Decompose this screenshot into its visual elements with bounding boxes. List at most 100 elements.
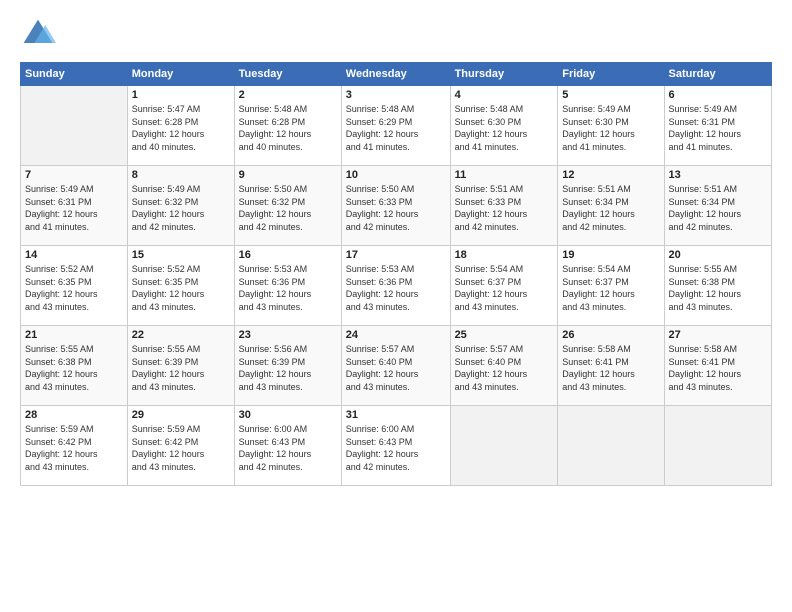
week-row-2: 7 Sunrise: 5:49 AM Sunset: 6:31 PM Daylig… xyxy=(21,166,772,246)
day-number: 13 xyxy=(669,169,767,181)
day-info: Sunrise: 5:54 AM Sunset: 6:37 PM Dayligh… xyxy=(562,263,659,313)
day-number: 31 xyxy=(346,409,446,421)
day-info: Sunrise: 5:58 AM Sunset: 6:41 PM Dayligh… xyxy=(562,343,659,393)
col-header-sunday: Sunday xyxy=(21,63,128,86)
col-header-wednesday: Wednesday xyxy=(341,63,450,86)
cell-w1-d6: 5 Sunrise: 5:49 AM Sunset: 6:30 PM Daylig… xyxy=(558,86,664,166)
cell-w4-d5: 25 Sunrise: 5:57 AM Sunset: 6:40 PM Dayli… xyxy=(450,326,558,406)
cell-w4-d7: 27Sunrise: 5:58 AM Sunset: 6:41 PM Dayli… xyxy=(664,326,771,406)
day-info: Sunrise: 5:59 AM Sunset: 6:42 PM Dayligh… xyxy=(132,423,230,473)
day-number: 19 xyxy=(562,249,659,261)
cell-w2-d4: 10 Sunrise: 5:50 AM Sunset: 6:33 PM Dayli… xyxy=(341,166,450,246)
cell-w5-d2: 29 Sunrise: 5:59 AM Sunset: 6:42 PM Dayli… xyxy=(127,406,234,486)
cell-w1-d3: 2 Sunrise: 5:48 AM Sunset: 6:28 PM Daylig… xyxy=(234,86,341,166)
cell-w2-d7: 13 Sunrise: 5:51 AM Sunset: 6:34 PM Dayli… xyxy=(664,166,771,246)
day-number: 10 xyxy=(346,169,446,181)
cell-w2-d5: 11 Sunrise: 5:51 AM Sunset: 6:33 PM Dayli… xyxy=(450,166,558,246)
cell-w5-d3: 30 Sunrise: 6:00 AM Sunset: 6:43 PM Dayli… xyxy=(234,406,341,486)
day-info: Sunrise: 5:50 AM Sunset: 6:33 PM Dayligh… xyxy=(346,183,446,233)
day-info: Sunrise: 5:47 AM Sunset: 6:28 PM Dayligh… xyxy=(132,103,230,153)
day-info: Sunrise: 5:51 AM Sunset: 6:34 PM Dayligh… xyxy=(562,183,659,233)
cell-w2-d3: 9 Sunrise: 5:50 AM Sunset: 6:32 PM Daylig… xyxy=(234,166,341,246)
cell-w3-d2: 15Sunrise: 5:52 AM Sunset: 6:35 PM Dayli… xyxy=(127,246,234,326)
cell-w3-d4: 17Sunrise: 5:53 AM Sunset: 6:36 PM Dayli… xyxy=(341,246,450,326)
logo-icon xyxy=(20,16,56,52)
day-info: Sunrise: 5:59 AM Sunset: 6:42 PM Dayligh… xyxy=(25,423,123,473)
day-info: Sunrise: 5:48 AM Sunset: 6:29 PM Dayligh… xyxy=(346,103,446,153)
header-row: SundayMondayTuesdayWednesdayThursdayFrid… xyxy=(21,63,772,86)
day-info: Sunrise: 5:49 AM Sunset: 6:31 PM Dayligh… xyxy=(669,103,767,153)
day-info: Sunrise: 5:51 AM Sunset: 6:33 PM Dayligh… xyxy=(455,183,554,233)
day-number: 11 xyxy=(455,169,554,181)
cell-w3-d1: 14 Sunrise: 5:52 AM Sunset: 6:35 PM Dayli… xyxy=(21,246,128,326)
cell-w4-d6: 26 Sunrise: 5:58 AM Sunset: 6:41 PM Dayli… xyxy=(558,326,664,406)
week-row-1: 1 Sunrise: 5:47 AM Sunset: 6:28 PM Daylig… xyxy=(21,86,772,166)
day-info: Sunrise: 6:00 AM Sunset: 6:43 PM Dayligh… xyxy=(239,423,337,473)
day-info: Sunrise: 5:55 AM Sunset: 6:39 PM Dayligh… xyxy=(132,343,230,393)
day-info: Sunrise: 5:48 AM Sunset: 6:28 PM Dayligh… xyxy=(239,103,337,153)
cell-w1-d7: 6 Sunrise: 5:49 AM Sunset: 6:31 PM Daylig… xyxy=(664,86,771,166)
day-number: 2 xyxy=(239,89,337,101)
day-info: Sunrise: 5:49 AM Sunset: 6:31 PM Dayligh… xyxy=(25,183,123,233)
cell-w2-d1: 7 Sunrise: 5:49 AM Sunset: 6:31 PM Daylig… xyxy=(21,166,128,246)
cell-w4-d3: 23Sunrise: 5:56 AM Sunset: 6:39 PM Dayli… xyxy=(234,326,341,406)
cell-w1-d5: 4 Sunrise: 5:48 AM Sunset: 6:30 PM Daylig… xyxy=(450,86,558,166)
day-number: 6 xyxy=(669,89,767,101)
cell-w3-d6: 19 Sunrise: 5:54 AM Sunset: 6:37 PM Dayli… xyxy=(558,246,664,326)
day-number: 7 xyxy=(25,169,123,181)
cell-w3-d7: 20Sunrise: 5:55 AM Sunset: 6:38 PM Dayli… xyxy=(664,246,771,326)
day-info: Sunrise: 6:00 AM Sunset: 6:43 PM Dayligh… xyxy=(346,423,446,473)
cell-w2-d2: 8Sunrise: 5:49 AM Sunset: 6:32 PM Daylig… xyxy=(127,166,234,246)
day-number: 1 xyxy=(132,89,230,101)
day-number: 28 xyxy=(25,409,123,421)
col-header-saturday: Saturday xyxy=(664,63,771,86)
day-number: 5 xyxy=(562,89,659,101)
cell-w4-d4: 24 Sunrise: 5:57 AM Sunset: 6:40 PM Dayli… xyxy=(341,326,450,406)
day-info: Sunrise: 5:51 AM Sunset: 6:34 PM Dayligh… xyxy=(669,183,767,233)
day-number: 21 xyxy=(25,329,123,341)
calendar-table: SundayMondayTuesdayWednesdayThursdayFrid… xyxy=(20,62,772,486)
day-number: 18 xyxy=(455,249,554,261)
cell-w5-d6 xyxy=(558,406,664,486)
cell-w4-d1: 21Sunrise: 5:55 AM Sunset: 6:38 PM Dayli… xyxy=(21,326,128,406)
day-number: 9 xyxy=(239,169,337,181)
cell-w2-d6: 12 Sunrise: 5:51 AM Sunset: 6:34 PM Dayli… xyxy=(558,166,664,246)
day-info: Sunrise: 5:50 AM Sunset: 6:32 PM Dayligh… xyxy=(239,183,337,233)
day-number: 12 xyxy=(562,169,659,181)
cell-w3-d5: 18 Sunrise: 5:54 AM Sunset: 6:37 PM Dayli… xyxy=(450,246,558,326)
cell-w5-d7 xyxy=(664,406,771,486)
day-number: 29 xyxy=(132,409,230,421)
day-info: Sunrise: 5:57 AM Sunset: 6:40 PM Dayligh… xyxy=(346,343,446,393)
day-number: 16 xyxy=(239,249,337,261)
week-row-5: 28 Sunrise: 5:59 AM Sunset: 6:42 PM Dayli… xyxy=(21,406,772,486)
logo xyxy=(20,16,60,52)
cell-w5-d5 xyxy=(450,406,558,486)
cell-w1-d1 xyxy=(21,86,128,166)
week-row-3: 14 Sunrise: 5:52 AM Sunset: 6:35 PM Dayli… xyxy=(21,246,772,326)
day-number: 25 xyxy=(455,329,554,341)
day-info: Sunrise: 5:49 AM Sunset: 6:30 PM Dayligh… xyxy=(562,103,659,153)
cell-w5-d4: 31 Sunrise: 6:00 AM Sunset: 6:43 PM Dayli… xyxy=(341,406,450,486)
day-info: Sunrise: 5:53 AM Sunset: 6:36 PM Dayligh… xyxy=(346,263,446,313)
day-info: Sunrise: 5:52 AM Sunset: 6:35 PM Dayligh… xyxy=(25,263,123,313)
day-info: Sunrise: 5:54 AM Sunset: 6:37 PM Dayligh… xyxy=(455,263,554,313)
col-header-thursday: Thursday xyxy=(450,63,558,86)
day-number: 20 xyxy=(669,249,767,261)
cell-w3-d3: 16Sunrise: 5:53 AM Sunset: 6:36 PM Dayli… xyxy=(234,246,341,326)
day-number: 15 xyxy=(132,249,230,261)
day-number: 30 xyxy=(239,409,337,421)
day-info: Sunrise: 5:49 AM Sunset: 6:32 PM Dayligh… xyxy=(132,183,230,233)
day-number: 24 xyxy=(346,329,446,341)
day-info: Sunrise: 5:57 AM Sunset: 6:40 PM Dayligh… xyxy=(455,343,554,393)
day-number: 14 xyxy=(25,249,123,261)
day-info: Sunrise: 5:48 AM Sunset: 6:30 PM Dayligh… xyxy=(455,103,554,153)
day-number: 22 xyxy=(132,329,230,341)
day-number: 23 xyxy=(239,329,337,341)
col-header-friday: Friday xyxy=(558,63,664,86)
cell-w1-d4: 3Sunrise: 5:48 AM Sunset: 6:29 PM Daylig… xyxy=(341,86,450,166)
day-number: 4 xyxy=(455,89,554,101)
week-row-4: 21Sunrise: 5:55 AM Sunset: 6:38 PM Dayli… xyxy=(21,326,772,406)
day-number: 26 xyxy=(562,329,659,341)
day-number: 27 xyxy=(669,329,767,341)
col-header-tuesday: Tuesday xyxy=(234,63,341,86)
